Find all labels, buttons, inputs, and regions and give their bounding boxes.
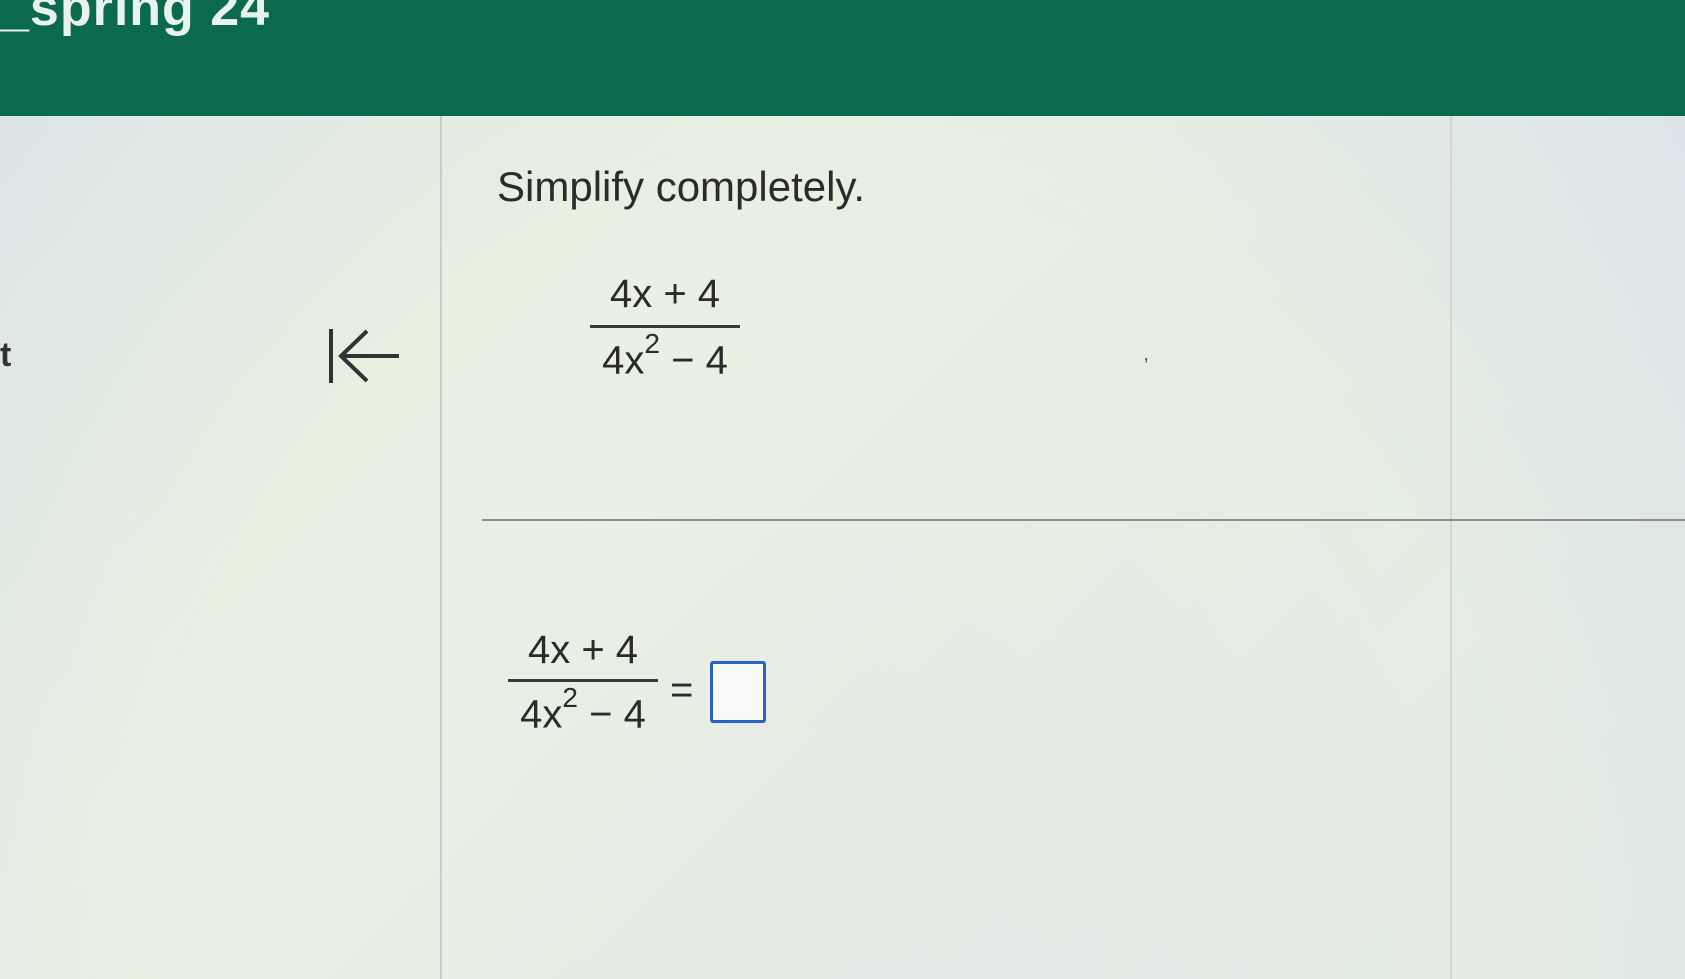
left-edge-text: t bbox=[0, 336, 12, 374]
header-bar: _spring 24 bbox=[0, 0, 1685, 116]
question-fraction: 4x + 4 4x2 − 4 bbox=[590, 272, 740, 383]
question-prompt: Simplify completely. bbox=[497, 163, 865, 210]
question-denominator: 4x2 − 4 bbox=[602, 328, 728, 383]
right-panel-divider bbox=[1450, 116, 1452, 979]
question-numerator: 4x + 4 bbox=[609, 272, 721, 316]
stray-mark: ʼ bbox=[1144, 356, 1149, 378]
answer-denominator-exponent: 2 bbox=[562, 682, 578, 713]
left-panel: t bbox=[0, 116, 442, 979]
question-denominator-base: 4x bbox=[602, 338, 645, 383]
question-denominator-exponent: 2 bbox=[644, 328, 660, 359]
answer-denominator-rest: − 4 bbox=[577, 692, 646, 737]
question-denominator-rest: − 4 bbox=[659, 338, 728, 383]
collapse-panel-button[interactable] bbox=[318, 316, 408, 396]
answer-denominator-base: 4x bbox=[520, 692, 563, 737]
collapse-left-arrow-icon bbox=[329, 329, 399, 383]
section-divider bbox=[482, 519, 1685, 521]
equals-sign: = bbox=[670, 668, 694, 712]
answer-numerator: 4x + 4 bbox=[527, 628, 639, 672]
course-title[interactable]: _spring 24 bbox=[0, 0, 270, 38]
answer-denominator: 4x2 − 4 bbox=[520, 682, 646, 737]
question-fraction-bar bbox=[590, 325, 740, 328]
answer-fraction: 4x + 4 4x2 − 4 bbox=[508, 628, 658, 737]
answer-input[interactable] bbox=[710, 661, 766, 723]
answer-fraction-bar bbox=[508, 679, 658, 682]
